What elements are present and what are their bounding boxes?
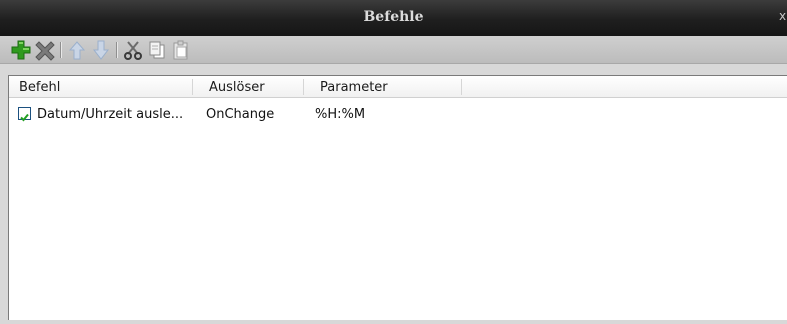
table-row[interactable]: Datum/Uhrzeit ausle... OnChange %H:%M — [9, 104, 787, 122]
cell-ausloeser: OnChange — [206, 107, 275, 122]
add-icon — [11, 40, 31, 60]
toolbar — [0, 36, 787, 64]
close-icon[interactable]: x — [779, 9, 787, 23]
commands-window: Befehle x Befehl Auslöser Parameter Datu… — [0, 0, 787, 324]
add-button[interactable] — [10, 39, 32, 61]
delete-icon — [35, 41, 55, 61]
column-header-ausloeser[interactable]: Auslöser — [209, 80, 265, 95]
cut-icon — [124, 41, 142, 60]
cut-button[interactable] — [122, 39, 144, 61]
toolbar-separator — [116, 42, 118, 58]
move-down-button[interactable] — [90, 39, 112, 61]
column-header-befehl[interactable]: Befehl — [19, 80, 60, 95]
cell-parameter: %H:%M — [315, 107, 366, 122]
title-bar[interactable]: Befehle x — [0, 0, 787, 36]
panel-frame-top — [0, 64, 787, 75]
column-divider[interactable] — [461, 79, 462, 95]
paste-icon — [173, 40, 188, 60]
copy-button[interactable] — [146, 39, 168, 61]
arrow-up-icon — [68, 41, 86, 60]
copy-icon — [149, 41, 165, 59]
row-checkbox[interactable] — [18, 107, 31, 122]
move-up-button[interactable] — [66, 39, 88, 61]
arrow-down-icon — [92, 40, 110, 60]
checkmark-icon — [20, 113, 29, 122]
column-divider[interactable] — [303, 79, 304, 95]
delete-button[interactable] — [34, 39, 56, 61]
toolbar-separator — [60, 42, 62, 58]
window-title: Befehle — [363, 9, 424, 25]
column-divider[interactable] — [192, 79, 193, 95]
column-header-parameter[interactable]: Parameter — [320, 80, 388, 95]
paste-button[interactable] — [170, 39, 192, 61]
list-header: Befehl Auslöser Parameter — [9, 76, 787, 98]
cell-befehl: Datum/Uhrzeit ausle... — [37, 107, 184, 122]
commands-list[interactable]: Befehl Auslöser Parameter Datum/Uhrzeit … — [8, 75, 787, 320]
panel-frame-bottom — [0, 320, 787, 324]
panel-frame-left — [0, 64, 8, 324]
